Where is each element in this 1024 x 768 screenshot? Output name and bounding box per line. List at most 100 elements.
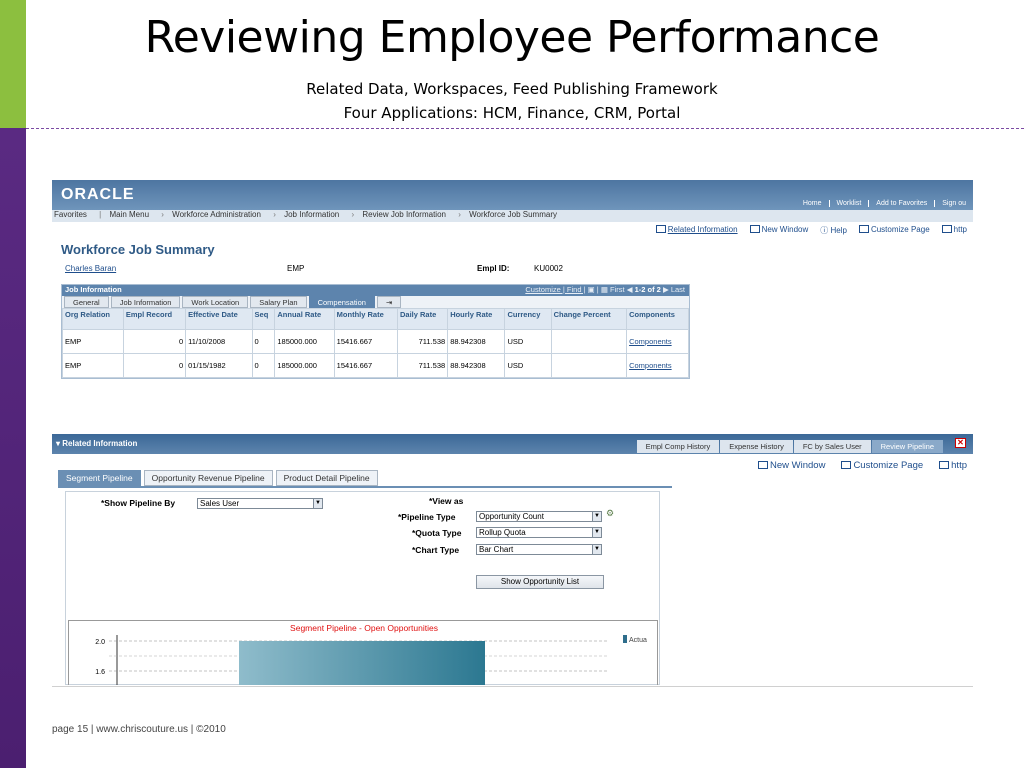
grid-tabs: General Job Information Work Location Sa… — [62, 296, 689, 308]
pipeline-type-select[interactable]: Opportunity Count ▼ — [476, 511, 602, 522]
customize-page-link-2[interactable]: Customize Page — [841, 460, 923, 471]
new-window-icon — [758, 461, 768, 469]
tab-review-pipeline[interactable]: Review Pipeline — [871, 440, 943, 453]
show-by-select[interactable]: Sales User ▼ — [197, 498, 323, 509]
oracle-logo: ORACLE — [61, 186, 135, 203]
pipeline-tabs: Segment Pipeline Opportunity Revenue Pip… — [58, 470, 378, 486]
slide-divider — [26, 128, 1024, 129]
home-link[interactable]: Home — [796, 200, 829, 207]
tab-empl-comp-history[interactable]: Empl Comp History — [636, 440, 720, 453]
grid-view-icon[interactable]: ▣ | ▦ — [588, 285, 608, 294]
chart-title: Segment Pipeline - Open Opportunities — [290, 623, 438, 633]
tab-compensation[interactable]: Compensation — [308, 296, 375, 308]
slide-subtitle-1: Related Data, Workspaces, Feed Publishin… — [306, 80, 718, 98]
breadcrumb-review-job-info[interactable]: Review Job Information — [362, 210, 446, 219]
employee-id: KU0002 — [534, 264, 563, 273]
table-row: EMP 0 11/10/2008 0 185000.000 15416.667 … — [62, 329, 689, 354]
help-link[interactable]: ⓘ Help — [820, 225, 847, 236]
show-all-columns-icon[interactable]: ⇥ — [376, 296, 402, 308]
cell: 711.538 — [396, 353, 449, 378]
page-title: Workforce Job Summary — [61, 242, 215, 257]
help-icon: ⓘ — [820, 226, 831, 235]
tab-opportunity-revenue[interactable]: Opportunity Revenue Pipeline — [143, 470, 273, 486]
tab-work-location[interactable]: Work Location — [182, 296, 249, 308]
breadcrumb-job-info[interactable]: Job Information — [284, 210, 339, 219]
quota-type-label: *Quota Type — [412, 528, 462, 538]
col-components: Components — [626, 308, 689, 330]
col-daily-rate: Daily Rate — [396, 308, 449, 330]
prev-icon[interactable]: ◀ — [627, 285, 633, 294]
tab-fc-by-sales-user[interactable]: FC by Sales User — [793, 440, 871, 453]
chart-type-label: *Chart Type — [412, 545, 460, 555]
components-link[interactable]: Components — [626, 353, 689, 378]
customize-icon — [858, 225, 869, 233]
show-opportunity-list-button[interactable]: Show Opportunity List — [476, 575, 604, 589]
cell: 0 — [251, 329, 276, 354]
y-tick-label: 1.6 — [95, 669, 105, 676]
segment-pipeline-chart: 2.0 1.6 Segment Pipeline - Open Opportuni… — [68, 620, 658, 685]
chart-type-select[interactable]: Bar Chart ▼ — [476, 544, 602, 555]
top-links: Home Worklist Add to Favorites Sign ou — [796, 200, 973, 207]
related-info-link[interactable]: Related Information — [655, 225, 738, 236]
breadcrumb-workforce-admin[interactable]: Workforce Administration — [172, 210, 261, 219]
components-link[interactable]: Components — [626, 329, 689, 354]
worklist-link[interactable]: Worklist — [828, 200, 869, 207]
employee-name-link[interactable]: Charles Baran — [65, 264, 116, 273]
col-org-relation: Org Relation — [62, 308, 124, 330]
page-actions: Related Information New Window ⓘ Help Cu… — [655, 225, 967, 236]
customize-icon — [841, 461, 852, 469]
customize-find-links[interactable]: Customize | Find | — [525, 285, 585, 294]
http-icon — [941, 225, 952, 233]
tab-salary-plan[interactable]: Salary Plan — [250, 296, 307, 308]
legend-swatch — [623, 635, 627, 643]
close-icon[interactable]: ✕ — [955, 438, 966, 448]
job-table: Org Relation Empl Record Effective Date … — [62, 308, 689, 378]
show-by-label: *Show Pipeline By — [101, 498, 176, 508]
chart-legend: Actua — [623, 635, 647, 644]
cell: 0 — [251, 353, 276, 378]
chevron-down-icon: ▼ — [592, 512, 601, 521]
add-favorites-link[interactable]: Add to Favorites — [868, 200, 934, 207]
chart-settings-icon[interactable]: ⚙ — [606, 508, 614, 519]
tab-expense-history[interactable]: Expense History — [720, 440, 793, 453]
cell: 711.538 — [396, 329, 449, 354]
sign-out-link[interactable]: Sign ou — [934, 200, 973, 207]
cell: EMP — [62, 329, 124, 354]
related-information-bar: ▾ Related Information Empl Comp History … — [52, 434, 973, 454]
cell: 185000.000 — [274, 329, 335, 354]
cell: 88.942308 — [447, 353, 506, 378]
quota-type-select[interactable]: Rollup Quota ▼ — [476, 527, 602, 538]
col-empl-record: Empl Record — [122, 308, 187, 330]
tab-segment-pipeline[interactable]: Segment Pipeline — [58, 470, 141, 486]
last-link[interactable]: Last — [671, 285, 685, 294]
cell: 11/10/2008 — [185, 329, 253, 354]
y-tick-label: 2.0 — [95, 639, 105, 646]
cell: 01/15/1982 — [185, 353, 253, 378]
chevron-down-icon: ▼ — [592, 545, 601, 554]
breadcrumb-job-summary[interactable]: Workforce Job Summary — [469, 210, 557, 219]
menu-favorites[interactable]: Favorites — [54, 210, 87, 219]
employee-type: EMP — [287, 264, 305, 273]
http-link-2[interactable]: http — [939, 460, 967, 471]
customize-page-link[interactable]: Customize Page — [858, 225, 930, 236]
chevron-down-icon: ▼ — [313, 499, 322, 508]
table-row: EMP 0 01/15/1982 0 185000.000 15416.667 … — [62, 353, 689, 378]
tab-job-information[interactable]: Job Information — [110, 296, 181, 308]
http-link[interactable]: http — [941, 225, 967, 236]
tab-product-detail[interactable]: Product Detail Pipeline — [275, 470, 378, 486]
menu-main[interactable]: Main Menu — [109, 210, 149, 219]
new-window-link-2[interactable]: New Window — [758, 460, 825, 471]
new-window-link[interactable]: New Window — [749, 225, 808, 236]
next-icon[interactable]: ▶ — [663, 285, 669, 294]
grid-nav: Customize | Find | ▣ | ▦ First ◀ 1-2 of … — [525, 285, 685, 294]
grid-header: Job Information Customize | Find | ▣ | ▦… — [62, 285, 689, 296]
breadcrumb: Favorites | Main Menu › Workforce Admini… — [52, 210, 973, 222]
cell — [550, 329, 628, 354]
tab-general[interactable]: General — [64, 296, 109, 308]
cell: 88.942308 — [447, 329, 506, 354]
app-screenshot: ORACLE Home Worklist Add to Favorites Si… — [52, 180, 973, 685]
bar-actual — [239, 641, 485, 685]
first-link[interactable]: First — [610, 285, 625, 294]
grid-title: Job Information — [65, 285, 122, 294]
related-info-toggle[interactable]: ▾ Related Information — [56, 439, 137, 448]
